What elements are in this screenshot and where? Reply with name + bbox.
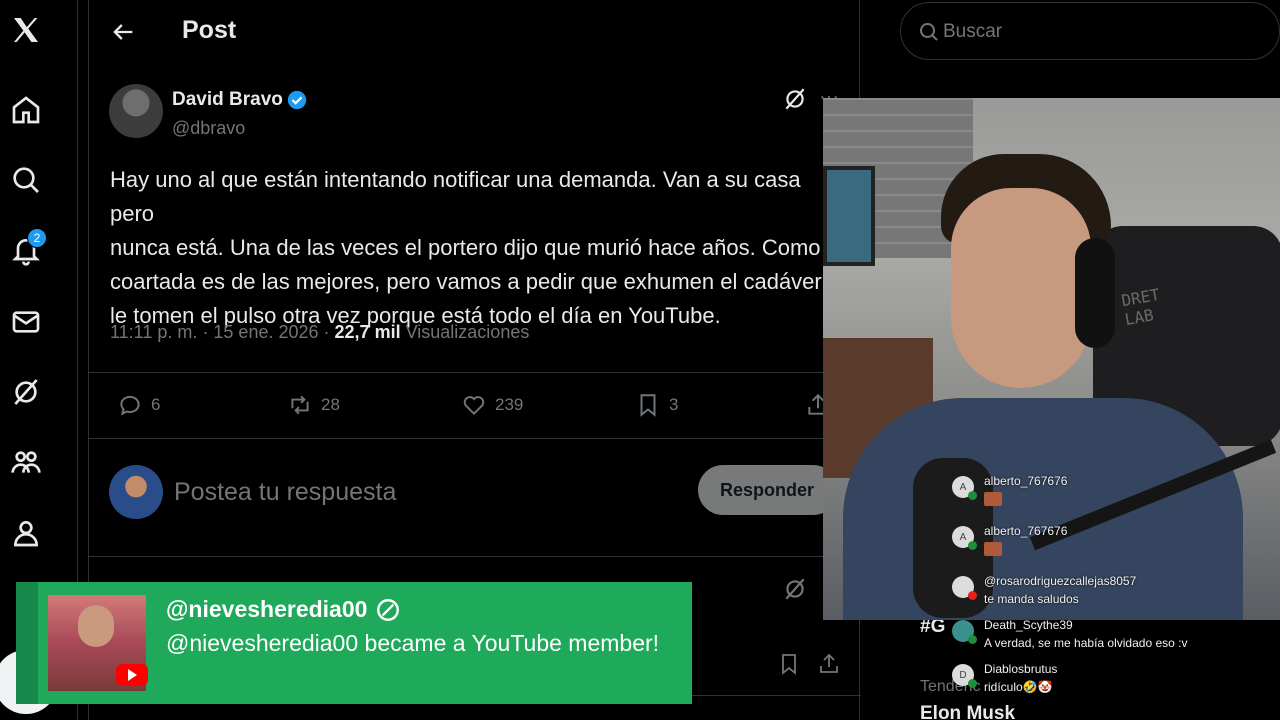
search-box[interactable] (900, 2, 1280, 60)
reply-input[interactable] (174, 475, 594, 509)
current-user-avatar[interactable] (109, 465, 163, 519)
views-count: 22,7 mil (334, 322, 401, 342)
chat-avatar: D (952, 664, 977, 688)
back-arrow-icon[interactable] (109, 18, 137, 46)
like-count: 239 (495, 395, 524, 414)
member-alert-message: @nievesheredia00 became a YouTube member… (166, 630, 660, 656)
chat-avatar: A (952, 526, 977, 550)
headphones (1075, 238, 1115, 348)
youtube-icon (116, 664, 148, 686)
repost-icon (291, 395, 309, 415)
trend-name[interactable]: Elon Musk (920, 703, 1015, 720)
chat-username: @rosarodriguezcallejas8057 (984, 574, 1137, 588)
streamer-head (951, 188, 1091, 388)
chat-emote-icon (984, 542, 1002, 556)
chat-text: te manda saludos (984, 592, 1079, 606)
bookmark-icon[interactable] (777, 652, 801, 676)
chat-username: Diablosbrutus (984, 662, 1058, 676)
membership-badge-icon (375, 597, 401, 623)
chat-username: alberto_767676 (984, 474, 1068, 488)
chat-avatar: A (952, 476, 977, 500)
chat-username: Death_Scythe39 (984, 618, 1073, 632)
like-action-button[interactable]: 239 (461, 392, 523, 418)
member-alert-banner: @nievesheredia00 @nievesheredia00 became… (16, 582, 692, 704)
search-input[interactable] (943, 18, 1243, 46)
repost-action-button[interactable]: 28 (287, 392, 340, 418)
reply-count: 6 (151, 395, 161, 414)
reply-submit-button[interactable]: Responder (698, 465, 838, 515)
x-logo-icon[interactable] (8, 12, 44, 48)
reply-action-button[interactable]: 6 (117, 392, 160, 418)
post-time[interactable]: 11:11 p. m. (110, 322, 197, 342)
share-icon[interactable] (817, 652, 841, 676)
mail-icon[interactable] (8, 304, 44, 340)
live-chat-overlay: A alberto_767676 A alberto_767676 @rosar… (950, 470, 1270, 700)
chat-username: alberto_767676 (984, 524, 1068, 538)
author-handle[interactable]: @dbravo (172, 118, 245, 139)
meta-separator: · (323, 322, 335, 342)
background-monitor (823, 166, 875, 266)
chat-avatar (952, 576, 977, 600)
notifications-badge: 2 (27, 228, 47, 248)
bookmark-action-button[interactable]: 3 (635, 392, 678, 418)
chat-text: ridículo🤣🤡 (984, 680, 1053, 694)
verified-badge-icon (286, 89, 308, 111)
heart-icon (463, 396, 485, 416)
meta-separator: · (202, 322, 214, 342)
bookmark-icon (640, 394, 656, 417)
author-avatar[interactable] (109, 84, 163, 138)
author-name[interactable]: David Bravo (172, 89, 283, 111)
grok-icon[interactable] (8, 374, 44, 410)
profile-icon[interactable] (8, 515, 44, 551)
post-text: Hay uno al que están intentando notifica… (110, 167, 839, 328)
alert-stripe (16, 582, 38, 704)
member-name: @nievesheredia00 (166, 596, 368, 622)
divider (89, 372, 861, 373)
chat-emote-icon (984, 492, 1002, 506)
grok-icon[interactable] (782, 576, 808, 602)
repost-count: 28 (321, 395, 340, 414)
search-icon[interactable] (8, 162, 44, 198)
chair-brand-text: DRET LAB (1119, 284, 1162, 330)
views-label: Visualizaciones (405, 322, 530, 342)
divider (89, 438, 861, 439)
page-title: Post (182, 16, 237, 44)
chat-avatar (952, 620, 977, 644)
post-meta: 11:11 p. m. · 15 ene. 2026 · 22,7 mil Vi… (110, 322, 529, 343)
grok-icon[interactable] (782, 86, 808, 112)
post-date[interactable]: 15 ene. 2026 (213, 322, 318, 342)
chat-text: A verdad, se me había olvidado eso :v (984, 636, 1188, 650)
bookmark-count: 3 (669, 395, 679, 414)
reply-icon (120, 395, 140, 416)
communities-icon[interactable] (8, 444, 44, 480)
divider (89, 556, 861, 557)
home-icon[interactable] (8, 92, 44, 128)
search-icon (917, 20, 941, 44)
member-face (78, 605, 114, 647)
